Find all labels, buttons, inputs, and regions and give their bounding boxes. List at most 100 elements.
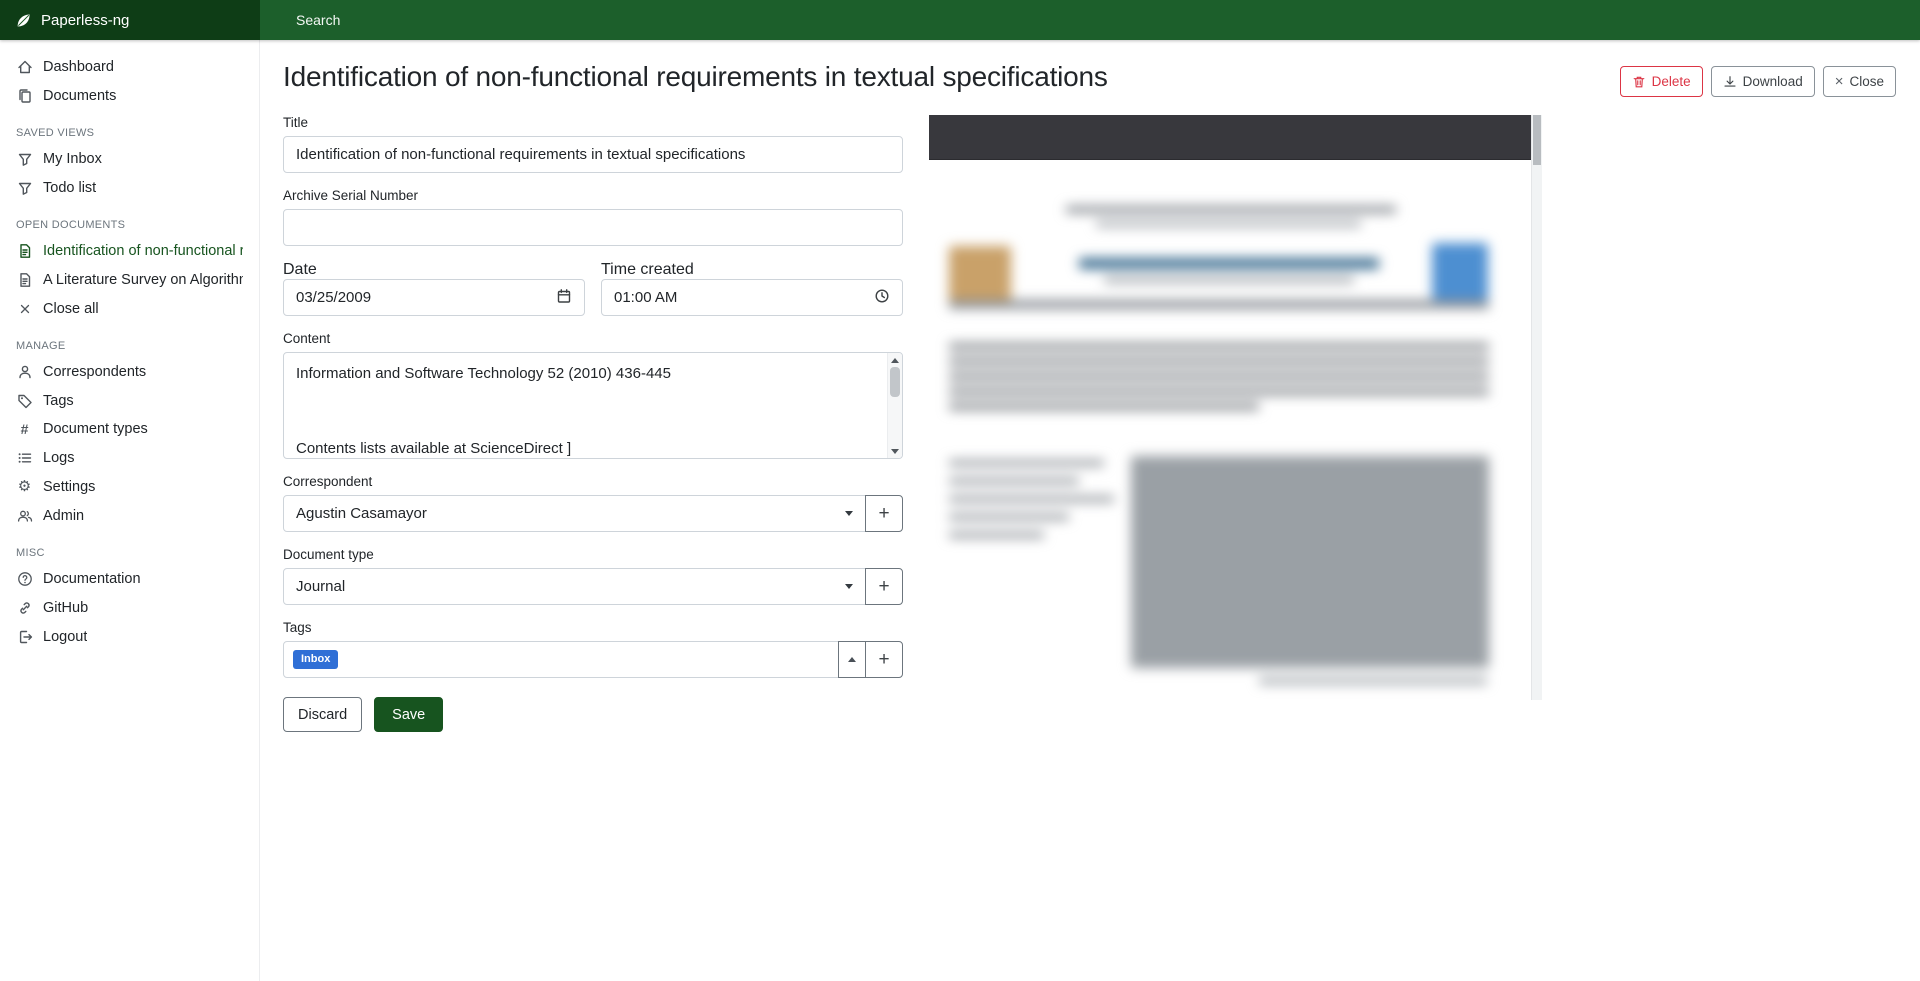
add-document-type-button[interactable]: + (865, 568, 903, 605)
sidebar-item-label: Document types (43, 421, 148, 437)
preview-scroll-thumb[interactable] (1533, 115, 1541, 165)
sidebar-item-github[interactable]: GitHub (0, 593, 259, 622)
save-button[interactable]: Save (374, 697, 443, 732)
pdf-toolbar (929, 115, 1531, 160)
sidebar-item-label: Correspondents (43, 364, 146, 380)
chevron-up-icon (848, 657, 856, 662)
sidebar-item-logs[interactable]: Logs (0, 443, 259, 472)
sidebar-item-documentation[interactable]: Documentation (0, 564, 259, 593)
hash-icon: # (16, 421, 33, 437)
sidebar-item-todo-list[interactable]: Todo list (0, 173, 259, 202)
document-type-select[interactable]: Journal (283, 568, 866, 605)
close-icon: × (1835, 74, 1844, 89)
date-value: 03/25/2009 (296, 289, 371, 306)
filter-icon (16, 179, 33, 196)
sidebar-section-open-documents: OPEN DOCUMENTS (16, 219, 243, 231)
file-text-icon (16, 271, 33, 288)
clock-icon[interactable] (874, 288, 890, 308)
sidebar-open-document-2[interactable]: A Literature Survey on Algorithms for Mu… (0, 265, 259, 294)
navbar-search (260, 0, 1920, 40)
sidebar-section-manage: MANAGE (16, 340, 243, 352)
preview-scrollbar[interactable] (1531, 115, 1542, 700)
leaf-logo-icon (15, 12, 32, 29)
delete-button-label: Delete (1652, 74, 1691, 89)
sidebar-item-close-all[interactable]: Close all (0, 294, 259, 323)
sidebar-item-correspondents[interactable]: Correspondents (0, 357, 259, 386)
sidebar-item-dashboard[interactable]: Dashboard (0, 52, 259, 81)
app-brand[interactable]: Paperless-ng (0, 0, 260, 40)
archive-serial-number-label: Archive Serial Number (283, 188, 903, 203)
delete-button[interactable]: Delete (1620, 66, 1703, 97)
close-button-label: Close (1849, 74, 1884, 89)
download-icon (1723, 75, 1737, 89)
list-icon (16, 449, 33, 466)
content-textarea[interactable]: Information and Software Technology 52 (… (283, 352, 903, 459)
close-button[interactable]: × Close (1823, 66, 1896, 97)
page-title: Identification of non-functional require… (283, 60, 1108, 94)
scroll-thumb[interactable] (890, 367, 900, 397)
file-text-icon (16, 242, 33, 259)
main-content: Identification of non-functional require… (260, 40, 1920, 981)
sidebar-item-label: Identification of non-functional require… (43, 243, 243, 259)
top-navbar: Paperless-ng (0, 0, 1920, 40)
archive-serial-number-input[interactable] (283, 209, 903, 246)
scroll-track (888, 367, 902, 444)
download-button[interactable]: Download (1711, 66, 1815, 97)
correspondent-select[interactable]: Agustin Casamayor (283, 495, 866, 532)
sidebar-item-label: Todo list (43, 180, 96, 196)
question-icon (16, 570, 33, 587)
sidebar-item-admin[interactable]: Admin (0, 501, 259, 530)
sidebar-item-settings[interactable]: ⚙ Settings (0, 472, 259, 501)
tag-icon (16, 392, 33, 409)
sidebar-item-label: Logout (43, 629, 87, 645)
sidebar-item-tags[interactable]: Tags (0, 386, 259, 415)
add-tag-button[interactable]: + (865, 641, 903, 678)
documents-icon (16, 87, 33, 104)
sidebar-item-label: GitHub (43, 600, 88, 616)
sidebar-item-label: A Literature Survey on Algorithms for Mu… (43, 272, 243, 288)
calendar-icon[interactable] (556, 288, 572, 308)
tags-label: Tags (283, 620, 903, 635)
scroll-up-arrow[interactable] (888, 353, 902, 367)
document-type-label: Document type (283, 547, 903, 562)
title-input[interactable] (283, 136, 903, 173)
sidebar-item-document-types[interactable]: # Document types (0, 415, 259, 443)
sidebar-item-label: Close all (43, 301, 99, 317)
sidebar-section-misc: MISC (16, 547, 243, 559)
sidebar-item-label: My Inbox (43, 151, 102, 167)
sidebar-item-label: Logs (43, 450, 74, 466)
sidebar-open-document-1[interactable]: Identification of non-functional require… (0, 236, 259, 265)
title-label: Title (283, 115, 903, 130)
search-input[interactable] (260, 0, 1920, 40)
add-correspondent-button[interactable]: + (865, 495, 903, 532)
content-label: Content (283, 331, 903, 346)
chevron-down-icon (845, 584, 853, 589)
sidebar-item-documents[interactable]: Documents (0, 81, 259, 110)
content-scrollbar (887, 353, 902, 458)
close-icon (16, 300, 33, 317)
correspondent-label: Correspondent (283, 474, 903, 489)
sidebar-item-label: Settings (43, 479, 95, 495)
tags-input[interactable]: Inbox (283, 641, 839, 678)
time-created-input[interactable]: 01:00 AM (601, 279, 903, 316)
filter-icon (16, 150, 33, 167)
sidebar-item-label: Documentation (43, 571, 141, 587)
sidebar-item-my-inbox[interactable]: My Inbox (0, 144, 259, 173)
tags-dropdown-button[interactable] (838, 641, 866, 678)
sidebar: Dashboard Documents SAVED VIEWS My Inbox… (0, 40, 260, 981)
download-button-label: Download (1743, 74, 1803, 89)
date-input[interactable]: 03/25/2009 (283, 279, 585, 316)
app-brand-label: Paperless-ng (41, 12, 129, 29)
document-type-value: Journal (296, 578, 345, 595)
chevron-down-icon (845, 511, 853, 516)
time-created-label: Time created (601, 261, 694, 278)
tag-badge-inbox[interactable]: Inbox (293, 650, 338, 669)
time-value: 01:00 AM (614, 289, 677, 306)
correspondent-value: Agustin Casamayor (296, 505, 427, 522)
sidebar-item-logout[interactable]: Logout (0, 622, 259, 651)
people-icon (16, 507, 33, 524)
discard-button[interactable]: Discard (283, 697, 362, 732)
date-label: Date (283, 261, 317, 278)
scroll-down-arrow[interactable] (888, 444, 902, 458)
home-icon (16, 58, 33, 75)
